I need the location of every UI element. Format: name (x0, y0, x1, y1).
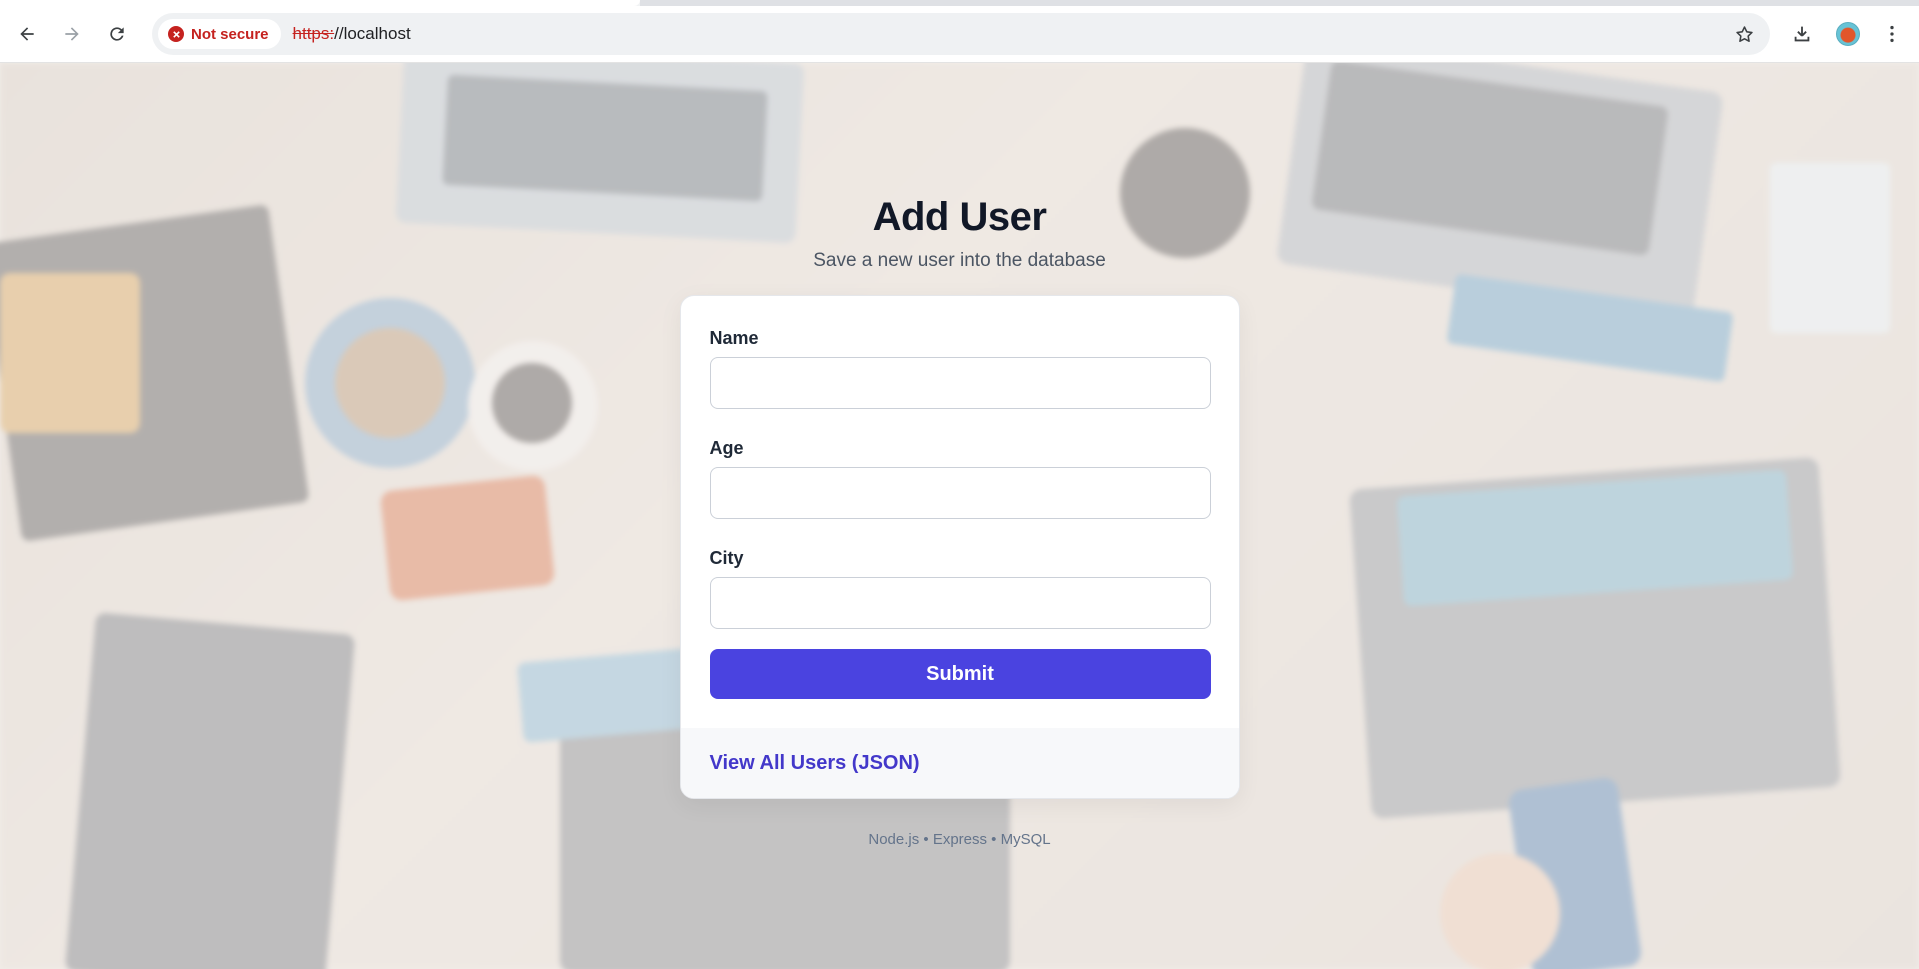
profile-button[interactable] (1830, 16, 1866, 52)
page-viewport: Add User Save a new user into the databa… (0, 63, 1919, 969)
card-footer: View All Users (JSON) (680, 728, 1239, 798)
name-field-group: Name (709, 328, 1211, 409)
url-host: //localhost (334, 24, 411, 43)
not-secure-icon (168, 26, 184, 42)
forward-button[interactable] (54, 16, 90, 52)
submit-button[interactable]: Submit (709, 649, 1211, 699)
age-input[interactable] (709, 467, 1211, 519)
city-input[interactable] (709, 577, 1211, 629)
url-text[interactable]: https://localhost (293, 24, 411, 44)
view-all-users-link[interactable]: View All Users (JSON) (710, 752, 920, 775)
active-tab[interactable] (0, 0, 640, 6)
star-icon (1735, 25, 1753, 42)
page-title: Add User (872, 195, 1047, 239)
security-chip-label: Not secure (191, 25, 269, 43)
city-field-group: City (709, 548, 1211, 629)
page-subtitle: Save a new user into the database (813, 250, 1106, 271)
back-button[interactable] (9, 16, 45, 52)
add-user-form: Name Age City Submit (681, 296, 1239, 728)
inactive-tab[interactable] (640, 0, 1919, 6)
page-content: Add User Save a new user into the databa… (0, 63, 1919, 969)
forward-icon (65, 27, 79, 41)
browser-menu-button[interactable] (1874, 16, 1910, 52)
back-icon (20, 27, 34, 41)
profile-avatar (1836, 22, 1860, 46)
age-label: Age (709, 438, 744, 458)
url-scheme: https: (292, 24, 335, 43)
age-field-group: Age (709, 438, 1211, 519)
browser-toolbar: Not secure https://localhost (0, 0, 1919, 63)
tab-strip (0, 0, 1919, 6)
name-input[interactable] (709, 357, 1211, 409)
name-label: Name (709, 328, 759, 348)
menu-icon (1890, 25, 1894, 43)
address-bar[interactable]: Not secure https://localhost (152, 13, 1770, 55)
tech-stack-footer: Node.js • Express • MySQL (868, 831, 1051, 848)
bookmark-button[interactable] (1730, 20, 1758, 48)
security-chip[interactable]: Not secure (158, 19, 281, 49)
reload-icon (110, 27, 124, 41)
city-label: City (709, 548, 744, 568)
add-user-card: Name Age City Submit View All Users (JSO… (679, 295, 1240, 799)
downloads-button[interactable] (1784, 16, 1820, 52)
reload-button[interactable] (99, 16, 135, 52)
download-icon (1794, 26, 1810, 42)
